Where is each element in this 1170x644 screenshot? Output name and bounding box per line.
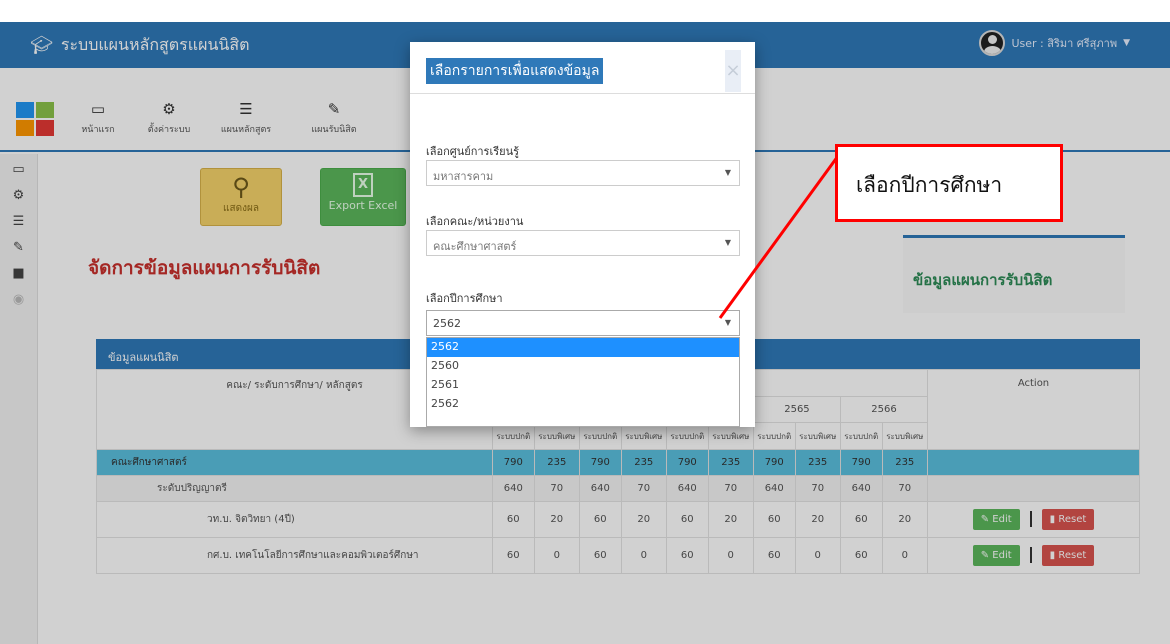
center-value: มหาสารคาม	[433, 170, 494, 183]
center-label: เลือกศูนย์การเรียนรู้	[426, 145, 520, 158]
page: 🎓︎ ระบบแผนหลักสูตรแผนนิสิต User : สิริมา…	[0, 0, 1170, 644]
year-option[interactable]: 2560	[427, 357, 739, 376]
year-option[interactable]: 2562	[427, 338, 739, 357]
chevron-down-icon: ▼	[724, 318, 731, 327]
center-select[interactable]: มหาสารคาม ▼	[426, 160, 740, 186]
year-value: 2562	[433, 317, 461, 330]
year-dropdown: 2562 2560 2561 2562	[426, 337, 740, 427]
faculty-select[interactable]: คณะศึกษาศาสตร์ ▼	[426, 230, 740, 256]
year-option[interactable]: 2562	[427, 395, 739, 414]
faculty-label: เลือกคณะ/หน่วยงาน	[426, 215, 524, 228]
chevron-down-icon: ▼	[724, 168, 731, 177]
close-icon[interactable]: ×	[725, 50, 741, 92]
year-label: เลือกปีการศึกษา	[426, 292, 503, 305]
year-select[interactable]: 2562 ▼	[426, 310, 740, 336]
callout-box: เลือกปีการศึกษา	[835, 144, 1063, 222]
faculty-value: คณะศึกษาศาสตร์	[433, 240, 517, 253]
chevron-down-icon: ▼	[724, 238, 731, 247]
callout-text: เลือกปีการศึกษา	[856, 173, 1003, 197]
modal-title: เลือกรายการเพื่อแสดงข้อมูล	[426, 58, 604, 84]
year-option[interactable]: 2561	[427, 376, 739, 395]
modal-header: เลือกรายการเพื่อแสดงข้อมูล ×	[410, 42, 755, 94]
select-modal: เลือกรายการเพื่อแสดงข้อมูล × เลือกศูนย์ก…	[410, 42, 755, 427]
